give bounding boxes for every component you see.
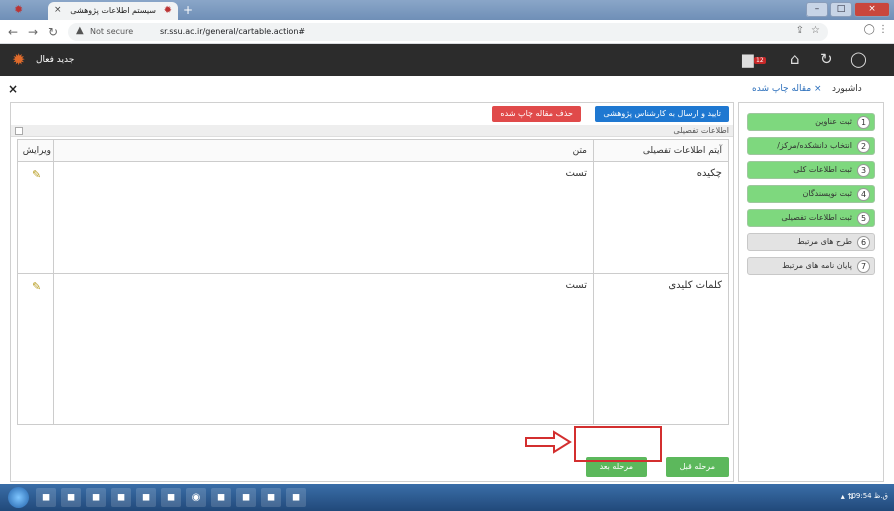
windows-taskbar: ◼ ◼ ◼ ◼ ◼ ◼ ◉ ◼ ◼ ◼ ◼ ▴ ⇅ 09:54 ق.ظ bbox=[0, 484, 894, 511]
app-header: ✹ جدید فعال ▆ 12 ⌂ ↻ ◯ bbox=[0, 44, 894, 76]
window-controls: – □ × bbox=[806, 2, 890, 18]
home-icon[interactable]: ⌂ bbox=[790, 50, 800, 68]
tab-dashboard[interactable]: داشبورد bbox=[832, 84, 862, 94]
browser-tab[interactable]: ✹ سیستم اطلاعات پژوهشی × bbox=[48, 2, 178, 20]
delete-article-button[interactable]: حذف مقاله چاپ شده bbox=[492, 106, 581, 122]
profile-menu-icon[interactable]: ◯ ⋮ bbox=[864, 24, 888, 35]
start-button[interactable] bbox=[8, 487, 29, 508]
row-item: کلمات کلیدی bbox=[668, 280, 722, 291]
previous-step-button[interactable]: مرحله قبل bbox=[665, 457, 729, 477]
refresh-icon[interactable]: ↻ bbox=[820, 50, 833, 68]
tab-favicon-icon: ✹ bbox=[163, 5, 172, 16]
grid-header: ویرایش متن آیتم اطلاعات تفصیلی bbox=[18, 140, 728, 162]
taskbar-chrome-icon[interactable]: ◉ bbox=[186, 488, 206, 507]
user-avatar-icon[interactable]: ◯ bbox=[850, 50, 867, 68]
forward-icon[interactable]: → bbox=[28, 25, 38, 39]
edit-pencil-icon[interactable]: ✎ bbox=[32, 168, 41, 181]
share-icon[interactable]: ⇪ bbox=[796, 25, 804, 36]
taskbar-apps: ◼ ◼ ◼ ◼ ◼ ◼ ◉ ◼ ◼ ◼ ◼ bbox=[36, 488, 306, 507]
maximize-button[interactable]: □ bbox=[830, 2, 852, 17]
table-row: ✎ تست چکیده bbox=[18, 162, 728, 274]
details-grid: ویرایش متن آیتم اطلاعات تفصیلی ✎ تست چکی… bbox=[17, 139, 729, 425]
section-title: اطلاعات تفصیلی bbox=[673, 126, 729, 135]
row-text: تست bbox=[565, 280, 587, 291]
step-item[interactable]: 6 طرح های مرتبط bbox=[747, 233, 875, 251]
tab-published-article[interactable]: مقاله چاپ شده bbox=[752, 84, 811, 94]
taskbar-app-icon[interactable]: ◼ bbox=[86, 488, 106, 507]
reload-icon[interactable]: ↻ bbox=[48, 25, 58, 39]
submit-to-expert-button[interactable]: تایید و ارسال به کارشناس پژوهشی bbox=[595, 106, 729, 122]
close-panel-icon[interactable]: × bbox=[8, 82, 18, 96]
tab-title: سیستم اطلاعات پژوهشی bbox=[70, 6, 156, 15]
university-logo-icon: ✹ bbox=[12, 50, 26, 69]
back-icon[interactable]: ← bbox=[8, 25, 18, 39]
bookmark-star-icon[interactable]: ☆ bbox=[811, 25, 820, 36]
active-status-label: جدید فعال bbox=[36, 55, 75, 65]
notification-icon[interactable]: ▆ bbox=[742, 50, 754, 68]
pointer-arrow-icon bbox=[525, 430, 572, 454]
not-secure-label: Not secure bbox=[90, 27, 134, 36]
taskbar-app-icon[interactable]: ◼ bbox=[286, 488, 306, 507]
tab-close-icon[interactable]: × bbox=[54, 5, 62, 15]
step-item[interactable]: 4 ثبت نویسندگان bbox=[747, 185, 875, 203]
collapse-toggle[interactable] bbox=[15, 127, 23, 135]
notification-badge: 12 bbox=[754, 57, 766, 64]
steps-panel: 1 ثبت عناوین 2 انتخاب دانشکده/مرکز/ 3 ثبت ا… bbox=[738, 102, 884, 482]
step-item[interactable]: 3 ثبت اطلاعات کلی bbox=[747, 161, 875, 179]
app-logo-icon: ✹ bbox=[14, 3, 24, 16]
step-item[interactable]: 7 پایان نامه های مرتبط bbox=[747, 257, 875, 275]
taskbar-app-icon[interactable]: ◼ bbox=[111, 488, 131, 507]
header-item: آیتم اطلاعات تفصیلی bbox=[642, 146, 722, 156]
table-row: ✎ تست کلمات کلیدی bbox=[18, 274, 728, 424]
highlight-box bbox=[574, 426, 662, 462]
step-item[interactable]: 1 ثبت عناوین bbox=[747, 113, 875, 131]
action-toolbar: تایید و ارسال به کارشناس پژوهشی حذف مقال… bbox=[11, 103, 733, 125]
warning-icon: ▲ bbox=[76, 25, 84, 36]
minimize-button[interactable]: – bbox=[806, 2, 828, 17]
header-edit: ویرایش bbox=[22, 146, 51, 156]
tab-close-icon[interactable]: × bbox=[814, 84, 822, 94]
browser-tab-bar: ✹ ✹ سیستم اطلاعات پژوهشی × + ⌄ – □ × bbox=[0, 0, 894, 20]
taskbar-app-icon[interactable]: ◼ bbox=[36, 488, 56, 507]
taskbar-app-icon[interactable]: ◼ bbox=[236, 488, 256, 507]
step-item[interactable]: 2 انتخاب دانشکده/مرکز/ bbox=[747, 137, 875, 155]
taskbar-app-icon[interactable]: ◼ bbox=[161, 488, 181, 507]
url-text: sr.ssu.ac.ir/general/cartable.action# bbox=[160, 27, 306, 36]
section-header: اطلاعات تفصیلی bbox=[11, 125, 733, 137]
page-tabs: × داشبورد × مقاله چاپ شده bbox=[0, 78, 894, 100]
url-input[interactable]: ▲ Not secure sr.ssu.ac.ir/general/cartab… bbox=[68, 23, 828, 41]
taskbar-app-icon[interactable]: ◼ bbox=[61, 488, 81, 507]
taskbar-app-icon[interactable]: ◼ bbox=[136, 488, 156, 507]
details-panel: تایید و ارسال به کارشناس پژوهشی حذف مقال… bbox=[10, 102, 734, 482]
close-window-button[interactable]: × bbox=[854, 2, 890, 17]
row-item: چکیده bbox=[696, 168, 722, 179]
main-content: × داشبورد × مقاله چاپ شده تایید و ارسال … bbox=[0, 76, 894, 484]
taskbar-clock: 09:54 ق.ظ bbox=[851, 492, 888, 500]
edit-pencil-icon[interactable]: ✎ bbox=[32, 280, 41, 293]
taskbar-app-icon[interactable]: ◼ bbox=[261, 488, 281, 507]
new-tab-button[interactable]: + bbox=[180, 3, 196, 17]
taskbar-app-icon[interactable]: ◼ bbox=[211, 488, 231, 507]
header-text: متن bbox=[572, 146, 587, 156]
step-item[interactable]: 5 ثبت اطلاعات تفصیلی bbox=[747, 209, 875, 227]
address-bar: ← → ↻ ▲ Not secure sr.ssu.ac.ir/general/… bbox=[0, 20, 894, 44]
row-text: تست bbox=[565, 168, 587, 179]
